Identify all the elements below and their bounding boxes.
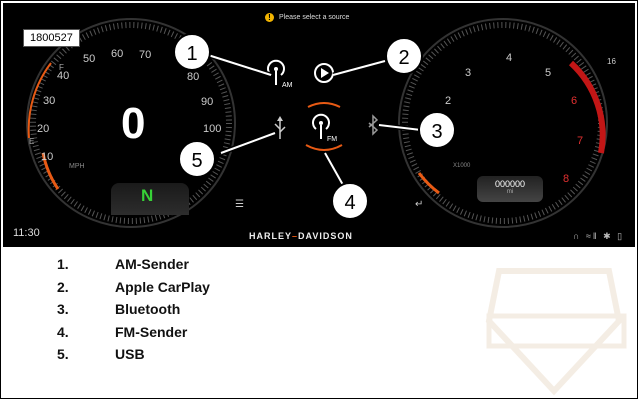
speedo-tick: 70 [139,49,152,61]
notice-text: Please select a source [279,14,350,21]
speedo-tick: 10 [41,151,54,163]
tacho-tick: 6 [571,95,578,107]
gauges-layer: AM FM [26,18,608,228]
bluetooth-icon[interactable] [368,114,379,136]
tacho-tick: 7 [577,135,584,147]
legend-item: 4. FM-Sender [57,324,210,347]
legend-num: 4. [57,323,69,340]
speedo-tick: 60 [111,48,124,60]
svg-text:FM: FM [327,136,337,143]
odometer-unit: mi [506,189,514,195]
legend-label: USB [115,346,145,362]
clock: 11:30 [13,227,40,239]
brand-right: DAVIDSON [298,231,353,241]
tacho-tick: 8 [563,173,570,185]
figure-id: 1800527 [23,29,80,47]
legend-num: 3. [57,301,69,317]
document-figure: AM FM 10 20 30 40 50 60 70 80 90 100 F E… [0,0,638,399]
speedo-tick: 20 [37,123,50,135]
callout-5-leader [220,132,276,154]
tacho-tick: 5 [545,67,552,79]
am-icon[interactable]: AM [267,59,293,89]
speedo-tick: 30 [43,95,56,107]
status-icons: ∩ ≈‖ ✱ ▯ [573,231,625,241]
legend-item: 1. AM-Sender [57,256,210,279]
warning-icon: ! [265,13,274,22]
legend-num: 5. [57,346,69,362]
svg-text:AM: AM [282,82,293,89]
speed-unit: MPH [69,163,85,170]
legend-item: 3. Bluetooth [57,301,210,324]
watermark-logo [485,268,627,396]
odometer: 000000 mi [477,176,543,202]
tacho-extra-label: 16 [607,57,616,66]
menu-icon[interactable]: ☰ [235,199,244,210]
callout-1: 1 [173,33,211,71]
carplay-play-icon[interactable] [314,63,334,83]
brand-logo: HARLEY–DAVIDSON [249,231,353,241]
callout-3: 3 [418,111,456,149]
legend-item: 5. USB [57,346,210,369]
fuel-full-label: F [59,63,64,72]
legend-num: 1. [57,256,69,272]
dashboard-screen: AM FM 10 20 30 40 50 60 70 80 90 100 F E… [3,3,635,247]
speedo-tick: 80 [187,71,200,83]
fm-icon-selected[interactable]: FM [305,102,343,151]
tacho-tick: 2 [445,95,452,107]
callout-4: 4 [331,182,369,220]
gear-indicator: N [141,186,154,205]
legend-num: 2. [57,278,69,295]
speed-readout: 0 [121,99,146,148]
tacho-tick: 4 [506,52,513,64]
legend-list: 1. AM-Sender 2. Apple CarPlay 3. Bluetooth … [57,256,210,369]
brand-left: HARLEY [249,231,293,241]
back-icon[interactable]: ↵ [415,199,423,210]
rpm-multiplier: X1000 [453,163,471,169]
speedo-tick: 90 [201,96,214,108]
callout-2-leader [332,60,386,76]
callout-5: 5 [178,140,216,178]
fuel-empty-label: E [29,137,35,146]
speedo-tick: 100 [203,123,222,135]
callout-4-leader [324,152,344,186]
usb-icon[interactable] [274,116,286,139]
legend-label: AM-Sender [115,256,189,272]
legend-label: Apple CarPlay [115,278,210,295]
legend-label: Bluetooth [115,301,181,317]
odometer-value: 000000 [494,179,526,189]
speedo-tick: 50 [83,53,96,65]
tacho-tick: 3 [465,67,472,79]
source-notice: ! Please select a source [265,13,349,22]
callout-2: 2 [385,37,423,75]
legend-item: 2. Apple CarPlay [57,279,210,302]
legend-label: FM-Sender [115,323,188,340]
